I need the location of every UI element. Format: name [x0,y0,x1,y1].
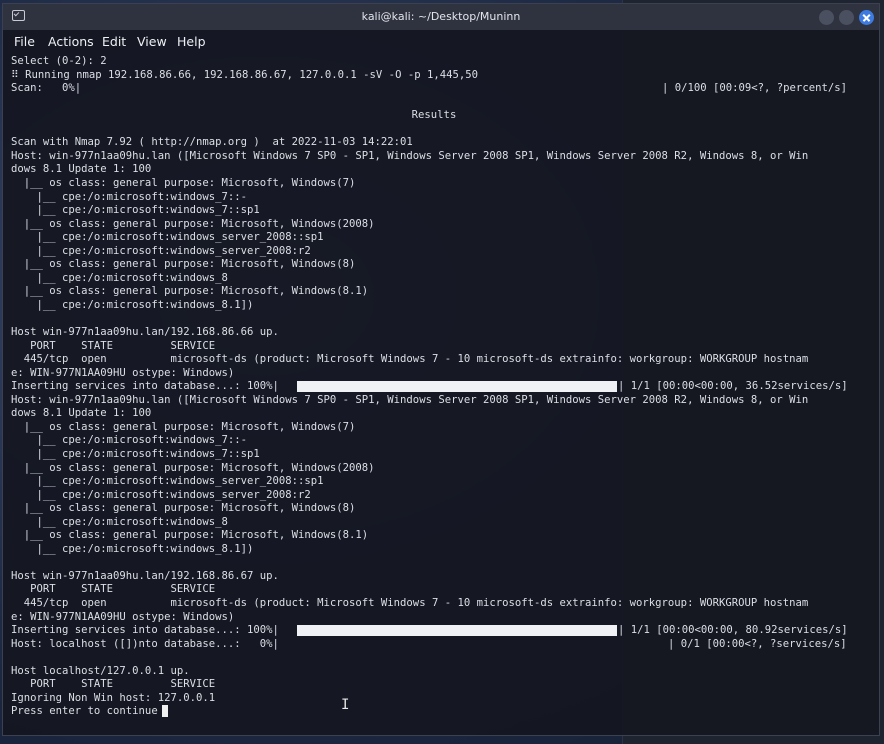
output-line: Host: win-977n1aa09hu.lan ([Microsoft Wi… [11,149,809,162]
localhost-progress-label: Host: localhost ([])nto database...: 0%| [11,637,279,650]
output-line: |__ cpe:/o:microsoft:windows_server_2008… [11,488,311,501]
output-line: PORT STATE SERVICE [11,339,216,352]
insert-services-2-progress-bar [296,624,617,636]
output-line: |__ os class: general purpose: Microsoft… [11,529,369,542]
insert-services-1-status: | 1/1 [00:00<00:00, 36.52services/s] [618,380,848,393]
insert-services-2-label: Inserting services into database...: 100… [11,624,279,637]
menu-file[interactable]: File [14,33,35,51]
output-line: e: WIN-977N1AA09HU ostype: Windows) [11,610,235,623]
menu-edit[interactable]: Edit [102,33,126,51]
output-line: |__ cpe:/o:microsoft:windows_7::- [11,434,248,447]
title-bar[interactable]: kali@kali: ~/Desktop/Muninn [3,4,879,30]
output-line: |__ cpe:/o:microsoft:windows_8 [11,515,228,528]
output-line: dows 8.1 Update 1: 100 [11,407,152,420]
output-line: PORT STATE SERVICE [11,678,216,691]
continue-prompt: Press enter to continue [11,705,158,718]
menu-help[interactable]: Help [177,33,206,51]
output-line: |__ cpe:/o:microsoft:windows_8.1]) [11,542,254,555]
output-line: PORT STATE SERVICE [11,583,216,596]
running-line: ⠿ Running nmap 192.168.86.66, 192.168.86… [11,68,478,82]
output-line: Host win-977n1aa09hu.lan/192.168.86.66 u… [11,326,279,338]
output-line: |__ os class: general purpose: Microsoft… [11,258,356,271]
insert-services-1-label: Inserting services into database...: 100… [11,380,279,393]
output-line: 445/tcp open microsoft-ds (product: Micr… [11,597,809,609]
menu-bar: File Actions Edit View Help [3,30,879,54]
terminal-cursor [161,705,168,718]
output-line: 445/tcp open microsoft-ds (product: Micr… [11,353,809,366]
output-line: |__ os class: general purpose: Microsoft… [11,217,375,230]
output-line: |__ os class: general purpose: Microsoft… [11,461,375,474]
output-line: |__ cpe:/o:microsoft:windows_server_2008… [11,244,311,257]
insert-services-2-status: | 1/1 [00:00<00:00, 80.92services/s] [618,624,848,637]
window-title: kali@kali: ~/Desktop/Muninn [361,10,521,23]
menu-view[interactable]: View [137,33,167,51]
scan-progress-status: | 0/100 [00:09<?, ?percent/s] [662,82,847,95]
terminal-output[interactable]: Select (0-2): 2 ⠿ Running nmap 192.168.86… [11,54,871,734]
output-line: |__ cpe:/o:microsoft:windows_7::sp1 [11,447,260,460]
close-icon[interactable] [859,10,874,25]
output-line: |__ cpe:/o:microsoft:windows_7::- [11,190,248,203]
output-line: |__ cpe:/o:microsoft:windows_7::sp1 [11,204,260,217]
output-line: Host localhost/127.0.0.1 up. [11,664,190,677]
output-line: |__ os class: general purpose: Microsoft… [11,285,369,298]
maximize-icon[interactable] [839,10,854,25]
output-line: Host: win-977n1aa09hu.lan ([Microsoft Wi… [11,393,809,406]
output-line: |__ cpe:/o:microsoft:windows_server_2008… [11,231,324,244]
running-command: Running nmap 192.168.86.66, 192.168.86.6… [25,68,478,81]
spinner-icon: ⠿ [11,68,26,81]
terminal-window[interactable]: kali@kali: ~/Desktop/Muninn File Actions… [2,3,880,736]
output-line: |__ os class: general purpose: Microsoft… [11,176,356,189]
results-header: Results [411,109,457,122]
output-line: Scan with Nmap 7.92 ( http://nmap.org ) … [11,136,413,149]
output-line: |__ os class: general purpose: Microsoft… [11,502,356,515]
output-line: |__ cpe:/o:microsoft:windows_8 [11,271,228,284]
output-line: |__ cpe:/o:microsoft:windows_8.1]) [11,298,254,311]
insert-services-1-progress-bar [296,380,617,392]
output-line: Host win-977n1aa09hu.lan/192.168.86.67 u… [11,569,279,582]
output-line: dows 8.1 Update 1: 100 [11,163,152,176]
select-prompt: Select (0-2): 2 [11,55,107,67]
minimize-icon[interactable] [819,10,834,25]
menu-actions[interactable]: Actions [48,33,94,51]
text-cursor-icon: I [341,697,350,713]
scan-progress-label: Scan: 0%| [11,82,82,95]
output-line: Ignoring Non Win host: 127.0.0.1 [11,691,216,704]
output-line: |__ os class: general purpose: Microsoft… [11,420,356,433]
localhost-progress-status: | 0/1 [00:00<?, ?services/s] [668,637,847,650]
output-line: e: WIN-977N1AA09HU ostype: Windows) [11,366,235,379]
output-line: |__ cpe:/o:microsoft:windows_server_2008… [11,475,324,488]
